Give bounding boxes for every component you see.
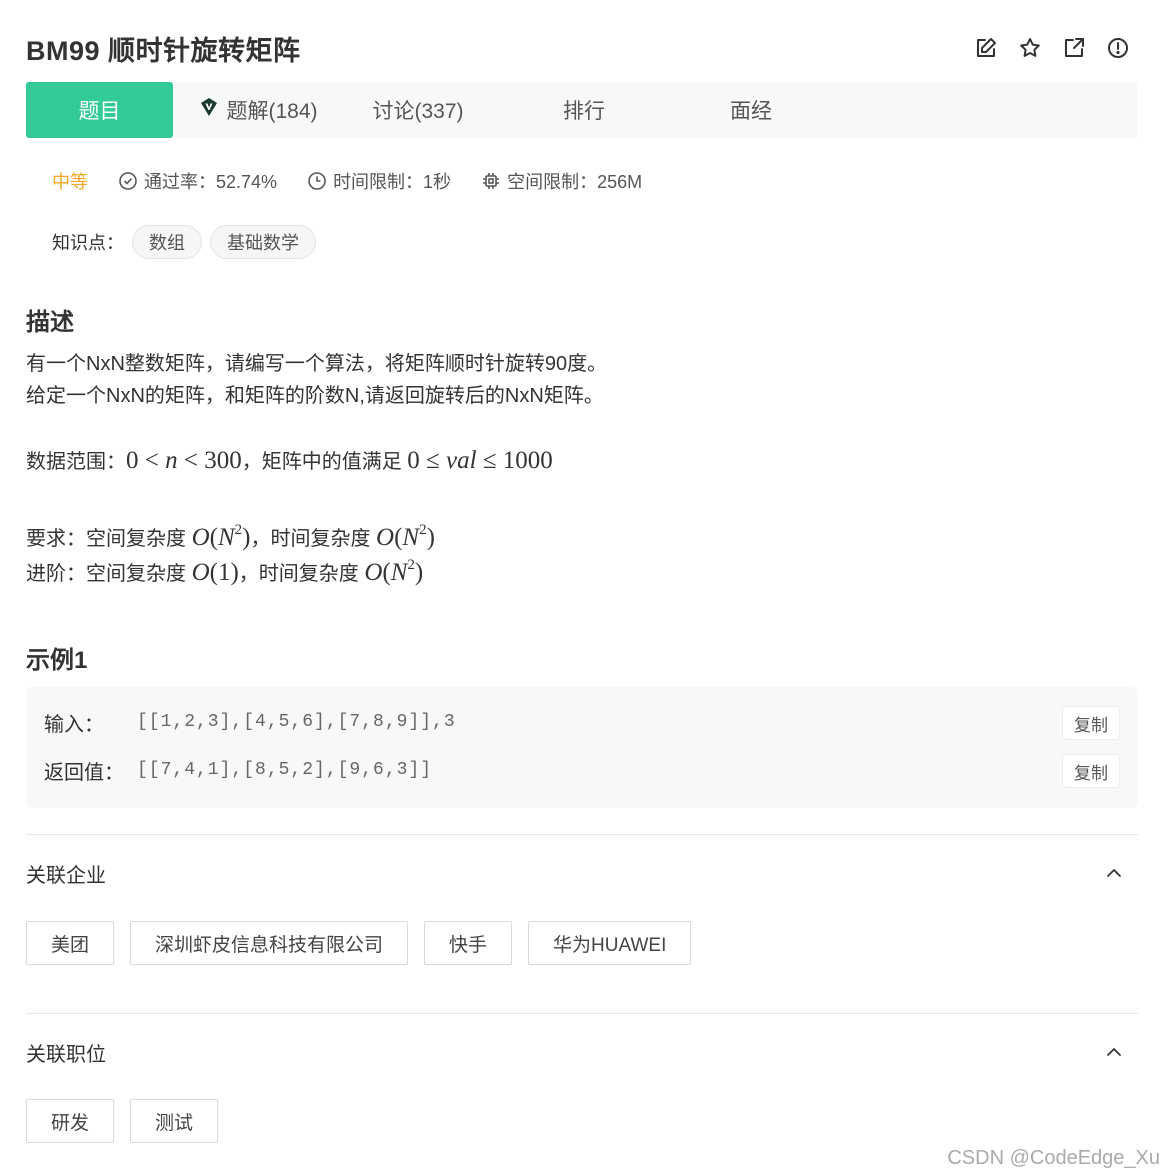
companies-header[interactable]: 关联企业 (26, 858, 1124, 888)
example-input: 输入： [[1,2,3],[4,5,6],[7,8,9]],3 (44, 706, 456, 738)
advanced-line: 进阶：空间复杂度 O(1)，时间复杂度 O(N2) (26, 549, 423, 591)
position-tag[interactable]: 研发 (26, 1099, 115, 1143)
positions-heading: 关联职位 (26, 1043, 106, 1066)
pass-rate: 通过率：52.74% (118, 168, 277, 194)
companies-heading: 关联企业 (26, 864, 106, 887)
knowledge-points: 知识点： 数组 基础数学 (52, 224, 316, 260)
data-range: 数据范围：0 < n < 300，矩阵中的值满足 0 ≤ val ≤ 1000 (26, 444, 553, 479)
requirement-prefix: 要求：空间复杂度 (26, 528, 192, 550)
tab-solutions[interactable]: 题解(184) (173, 82, 343, 138)
space-limit: 空间限制：256M (481, 168, 642, 194)
advanced-prefix: 进阶：空间复杂度 (26, 563, 192, 585)
tab-bar: 题目 题解(184) 讨论(337) 排行 面经 (26, 82, 1137, 138)
vip-badge-icon (198, 96, 220, 124)
chip-icon (483, 173, 500, 189)
example-output: 返回值： [[7,4,1],[8,5,2],[9,6,3]] (44, 754, 432, 786)
input-value: [[1,2,3],[4,5,6],[7,8,9]],3 (137, 712, 456, 732)
output-value: [[7,4,1],[8,5,2],[9,6,3]] (137, 760, 433, 780)
tab-ranking[interactable]: 排行 (493, 82, 675, 138)
requirement-mid: ，时间复杂度 (250, 528, 377, 550)
example-box: 输入： [[1,2,3],[4,5,6],[7,8,9]],3 复制 返回值： … (26, 687, 1138, 808)
chevron-up-icon[interactable] (1104, 863, 1124, 883)
description-line: 有一个NxN整数矩阵，请编写一个算法，将矩阵顺时针旋转90度。 (26, 353, 608, 375)
section-divider (26, 834, 1138, 835)
space-complexity-formula: O(1) (191, 559, 239, 586)
copy-output-button[interactable]: 复制 (1062, 754, 1120, 788)
chevron-up-icon[interactable] (1104, 1042, 1124, 1062)
range-formula-n: 0 < n < 300 (126, 447, 242, 474)
example-heading: 示例1 (26, 647, 88, 674)
description-line: 给定一个NxN的矩阵，和矩阵的阶数N,请返回旋转后的NxN矩阵。 (26, 385, 604, 407)
advanced-mid: ，时间复杂度 (238, 563, 365, 585)
company-tag[interactable]: 美团 (26, 921, 115, 965)
knowledge-tag[interactable]: 数组 (132, 225, 202, 259)
companies-tags: 美团 深圳虾皮信息科技有限公司 快手 华为HUAWEI (26, 921, 692, 965)
edit-icon[interactable] (974, 36, 998, 60)
pass-rate-text: 通过率：52.74% (144, 172, 278, 192)
share-icon[interactable] (1062, 36, 1086, 60)
problem-meta: 中等 通过率：52.74% 时间限制：1秒 空间限制：256M (52, 168, 672, 194)
tab-problem[interactable]: 题目 (26, 82, 173, 138)
copy-input-button[interactable]: 复制 (1062, 706, 1120, 740)
range-formula-val: 0 ≤ val ≤ 1000 (407, 447, 553, 474)
title-actions (974, 36, 1130, 60)
knowledge-tag[interactable]: 基础数学 (210, 225, 316, 259)
time-complexity-formula: O(N2) (376, 522, 435, 551)
clock-icon (308, 172, 326, 190)
tab-discussion[interactable]: 讨论(337) (343, 82, 493, 138)
data-range-prefix: 数据范围： (26, 451, 126, 473)
problem-title: BM99 顺时针旋转矩阵 (26, 35, 301, 66)
company-tag[interactable]: 华为HUAWEI (528, 921, 692, 965)
time-complexity-formula: O(N2) (364, 557, 424, 586)
tab-solutions-label: 题解(184) (226, 100, 318, 123)
position-tag[interactable]: 测试 (130, 1099, 219, 1143)
company-tag[interactable]: 深圳虾皮信息科技有限公司 (130, 921, 409, 965)
knowledge-label: 知识点： (52, 233, 124, 253)
space-limit-text: 空间限制：256M (507, 172, 643, 192)
difficulty-badge: 中等 (52, 172, 88, 192)
space-complexity-formula: O(N2) (191, 522, 251, 551)
watermark: CSDN @CodeEdge_Xu (947, 1147, 1160, 1169)
report-icon[interactable] (1106, 36, 1130, 60)
check-circle-icon (119, 172, 137, 190)
tab-interview[interactable]: 面经 (675, 82, 827, 138)
company-tag[interactable]: 快手 (424, 921, 513, 965)
time-limit: 时间限制：1秒 (307, 168, 451, 194)
star-icon[interactable] (1018, 36, 1042, 60)
data-range-mid: ，矩阵中的值满足 (241, 451, 408, 473)
output-label: 返回值： (44, 761, 124, 784)
description-heading: 描述 (26, 309, 74, 336)
input-label: 输入： (44, 713, 104, 736)
section-divider (26, 1013, 1138, 1014)
time-limit-text: 时间限制：1秒 (333, 172, 452, 192)
positions-header[interactable]: 关联职位 (26, 1037, 1124, 1067)
title-row: BM99 顺时针旋转矩阵 (26, 28, 1138, 68)
positions-tags: 研发 测试 (26, 1099, 219, 1143)
